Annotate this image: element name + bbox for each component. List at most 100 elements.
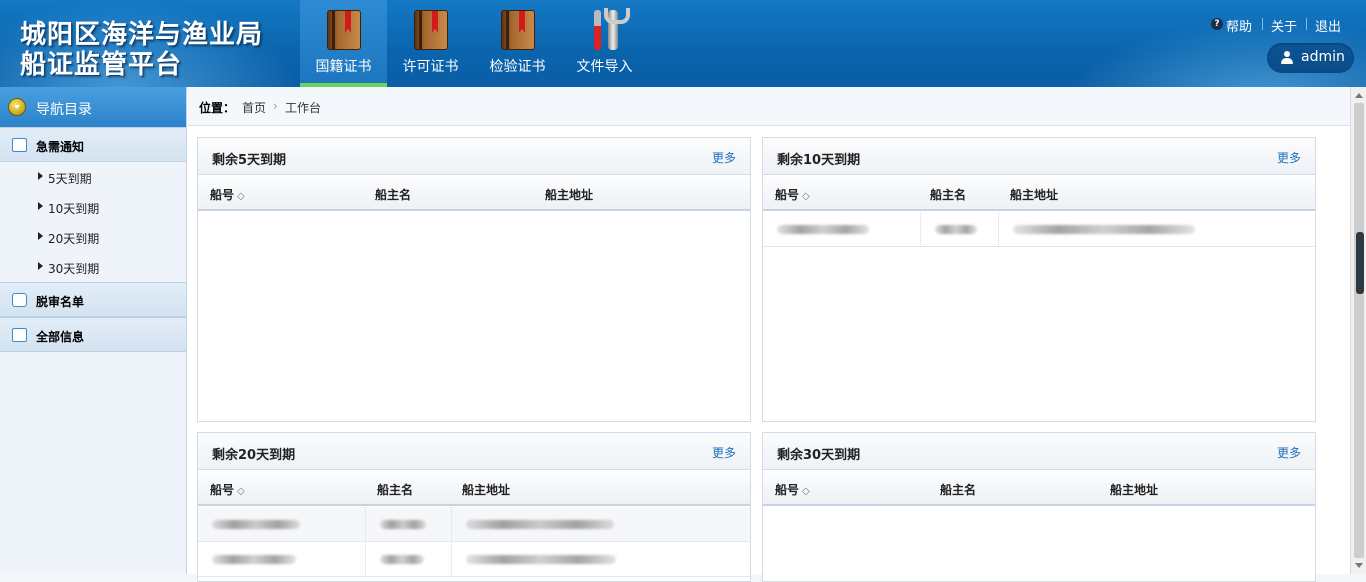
collapse-toggle-icon [8, 98, 26, 116]
section-label: 急需通知 [36, 140, 85, 154]
main-content: 位置： 首页 › 工作台 剩余5天到期 更多 船号 ◇ 船主名 船主地址 剩余10… [187, 87, 1350, 582]
username: admin [1301, 49, 1345, 65]
table-header: 船号 ◇ 船主名 船主地址 [763, 176, 1315, 211]
col-ship-no[interactable]: 船号 ◇ [210, 186, 245, 203]
nav-inspection-cert[interactable]: 检验证书 [474, 0, 561, 87]
panel-30days: 剩余30天到期 更多 船号 ◇ 船主名 船主地址 [762, 432, 1316, 582]
item-label: 20天到期 [48, 232, 100, 246]
top-links: ? 帮助 关于 退出 [1196, 16, 1366, 35]
nav-license-cert[interactable]: 许可证书 [387, 0, 474, 87]
col-owner-name: 船主名 [930, 188, 967, 202]
link-divider [1262, 18, 1263, 30]
sidebar-item-30days[interactable]: 30天到期 [0, 252, 186, 282]
panel-title: 剩余30天到期 [777, 448, 861, 463]
scroll-thumb[interactable] [1354, 103, 1364, 558]
book-icon [327, 10, 361, 50]
sidebar: 导航目录 急需通知 5天到期 10天到期 20天到期 30天到期 脱审名单 全部… [0, 87, 187, 574]
book-icon [414, 10, 448, 50]
item-label: 10天到期 [48, 202, 100, 216]
sidebar-section-urgent[interactable]: 急需通知 [0, 127, 186, 162]
redacted-text [212, 520, 300, 529]
redacted-text [380, 520, 426, 529]
table-row[interactable] [763, 212, 1315, 247]
col-ship-no[interactable]: 船号 ◇ [775, 186, 810, 203]
cell-owner-name [366, 542, 452, 577]
redacted-text [935, 225, 977, 234]
sort-icon: ◇ [237, 191, 245, 202]
item-label: 5天到期 [48, 172, 92, 186]
panel-header: 剩余5天到期 更多 [198, 138, 750, 175]
col-owner-address: 船主地址 [1010, 188, 1059, 202]
caret-right-icon [38, 232, 43, 240]
more-link[interactable]: 更多 [712, 149, 736, 166]
panel-20days: 剩余20天到期 更多 船号 ◇ 船主名 船主地址 [197, 432, 751, 582]
nav-file-import[interactable]: 文件导入 [561, 0, 648, 87]
cell-ship-no [763, 212, 921, 247]
section-label: 全部信息 [36, 330, 85, 344]
sidebar-item-20days[interactable]: 20天到期 [0, 222, 186, 252]
edit-icon [12, 328, 27, 342]
tools-icon [588, 8, 630, 50]
more-link[interactable]: 更多 [712, 444, 736, 461]
scroll-down-arrow-icon[interactable] [1355, 563, 1363, 568]
sidebar-title: 导航目录 [36, 102, 92, 118]
panel-header: 剩余10天到期 更多 [763, 138, 1315, 175]
sidebar-item-10days[interactable]: 10天到期 [0, 192, 186, 222]
about-link[interactable]: 关于 [1271, 16, 1297, 35]
section-label: 脱审名单 [36, 295, 85, 309]
item-label: 30天到期 [48, 262, 100, 276]
cell-owner-name [366, 507, 452, 542]
top-nav: 国籍证书 许可证书 检验证书 文件导入 [300, 0, 648, 87]
cell-owner-address [452, 542, 750, 577]
help-icon: ? [1211, 18, 1223, 30]
cell-owner-name [921, 212, 999, 247]
scroll-up-arrow-icon[interactable] [1355, 93, 1363, 98]
redacted-text [466, 520, 614, 529]
table-row[interactable] [198, 542, 750, 577]
breadcrumb: 位置： 首页 › 工作台 [187, 87, 1350, 126]
app-title-line2: 船证监管平台 [20, 50, 183, 80]
panel-title: 剩余10天到期 [777, 153, 861, 168]
sidebar-section-all-info[interactable]: 全部信息 [0, 317, 186, 352]
nav-label: 检验证书 [489, 59, 546, 75]
cell-owner-address [452, 507, 750, 542]
nav-label: 国籍证书 [315, 59, 372, 75]
caret-right-icon [38, 172, 43, 180]
logout-link[interactable]: 退出 [1315, 16, 1341, 35]
user-icon [1281, 51, 1293, 64]
app-header: 城阳区海洋与渔业局 船证监管平台 国籍证书 许可证书 检验证书 文件导入 ? 帮… [0, 0, 1366, 87]
cell-ship-no [198, 507, 366, 542]
redacted-text [1013, 225, 1195, 234]
caret-right-icon [38, 262, 43, 270]
col-ship-no[interactable]: 船号 ◇ [210, 481, 245, 498]
panel-title: 剩余5天到期 [212, 153, 287, 168]
redacted-text [380, 555, 424, 564]
user-menu[interactable]: admin [1267, 43, 1354, 73]
table-header: 船号 ◇ 船主名 船主地址 [198, 176, 750, 211]
nav-nationality-cert[interactable]: 国籍证书 [300, 0, 387, 87]
table-header: 船号 ◇ 船主名 船主地址 [763, 471, 1315, 506]
col-owner-address: 船主地址 [1110, 483, 1159, 497]
more-link[interactable]: 更多 [1277, 444, 1301, 461]
sidebar-item-5days[interactable]: 5天到期 [0, 162, 186, 192]
sort-icon: ◇ [802, 191, 810, 202]
sidebar-section-off-review[interactable]: 脱审名单 [0, 282, 186, 317]
help-link[interactable]: 帮助 [1226, 16, 1252, 35]
list-icon [12, 138, 27, 152]
cell-owner-address [999, 212, 1315, 247]
sidebar-header[interactable]: 导航目录 [0, 87, 186, 127]
sort-icon: ◇ [802, 486, 810, 497]
nav-label: 许可证书 [402, 59, 459, 75]
col-ship-no[interactable]: 船号 ◇ [775, 481, 810, 498]
col-owner-name: 船主名 [377, 483, 414, 497]
col-owner-name: 船主名 [375, 188, 412, 202]
table-row[interactable] [198, 507, 750, 542]
vertical-scrollbar[interactable] [1350, 87, 1366, 574]
redacted-text [777, 225, 869, 234]
breadcrumb-current: 工作台 [285, 101, 322, 115]
more-link[interactable]: 更多 [1277, 149, 1301, 166]
panel-10days: 剩余10天到期 更多 船号 ◇ 船主名 船主地址 [762, 137, 1316, 422]
redacted-text [466, 555, 616, 564]
panel-header: 剩余30天到期 更多 [763, 433, 1315, 470]
breadcrumb-home[interactable]: 首页 [242, 99, 266, 116]
